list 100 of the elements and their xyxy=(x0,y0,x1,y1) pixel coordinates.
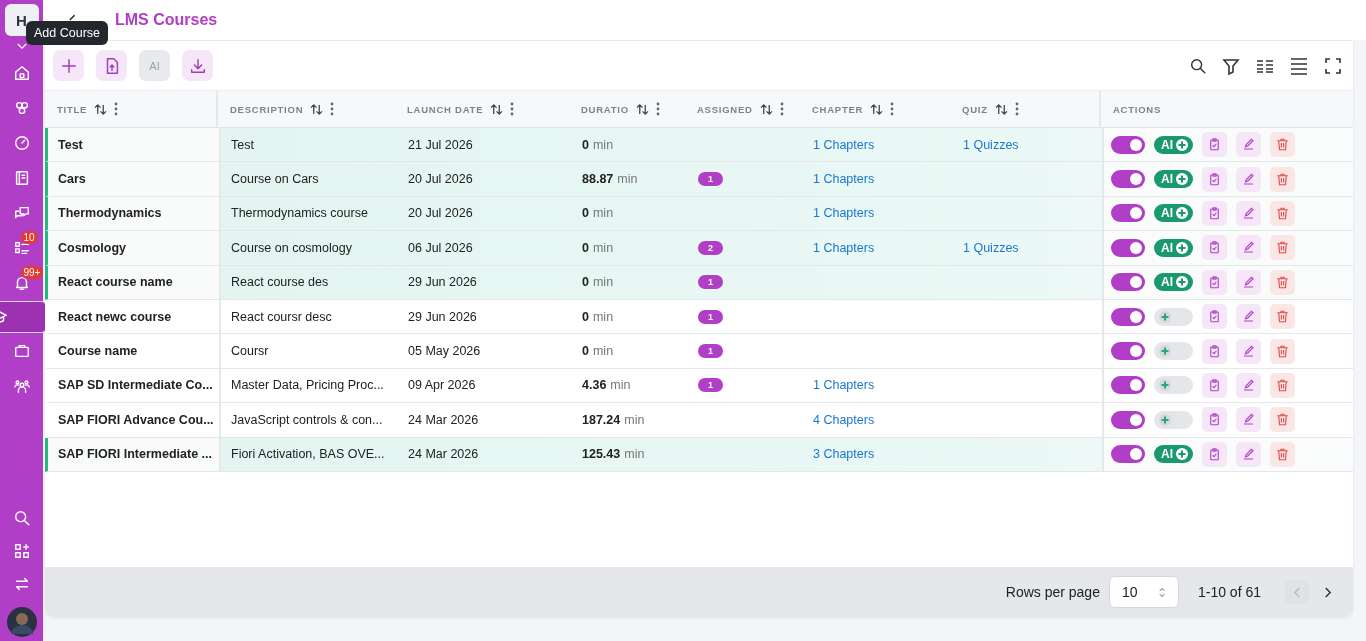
edit-button[interactable] xyxy=(1236,200,1261,226)
edit-button[interactable] xyxy=(1236,235,1261,261)
column-header[interactable]: ACTIONS xyxy=(1113,103,1162,115)
delete-button[interactable] xyxy=(1270,407,1295,433)
more-icon[interactable] xyxy=(779,102,784,116)
clipboard-check-button[interactable] xyxy=(1202,407,1227,433)
edit-button[interactable] xyxy=(1236,372,1261,398)
edit-button[interactable] xyxy=(1236,132,1261,158)
table-row[interactable]: SAP FIORI Intermediate ... Fiori Activation, BAS OVE... 24 Mar 2026 125.43 min 3 Chapters AI xyxy=(45,437,1353,472)
table-row[interactable]: Thermodynamics Thermodynamics course 20 Jul 2026 0 min 1 Chapters AI xyxy=(45,196,1353,232)
clipboard-check-button[interactable] xyxy=(1202,441,1227,467)
edit-button[interactable] xyxy=(1236,269,1261,295)
active-toggle[interactable] xyxy=(1111,135,1145,154)
more-icon[interactable] xyxy=(510,102,515,116)
table-row[interactable]: React newc course React coursr desc 29 Jun 2026 0 min 1 xyxy=(45,299,1353,335)
column-header[interactable]: LAUNCH DATE xyxy=(407,103,484,115)
table-row[interactable]: Cosmology Course on cosmology 06 Jul 2026 0 min 2 1 Chapters 1 Quizzes AI xyxy=(45,231,1353,266)
ai-toggle[interactable] xyxy=(1154,410,1193,429)
active-toggle[interactable] xyxy=(1111,204,1145,223)
sort-icon[interactable] xyxy=(310,103,324,115)
chapters-link[interactable]: 1 Chapters xyxy=(813,240,875,255)
chapters-link[interactable]: 3 Chapters xyxy=(813,447,875,462)
active-toggle[interactable] xyxy=(1111,307,1145,326)
edit-button[interactable] xyxy=(1236,407,1261,433)
delete-button[interactable] xyxy=(1270,304,1295,330)
chapters-link[interactable]: 1 Chapters xyxy=(813,137,875,152)
ai-toggle[interactable]: AI xyxy=(1154,204,1193,223)
table-row[interactable]: SAP SD Intermediate Co... Master Data, Pricing Proc... 09 Apr 2026 4.36 min 1 1 Chapters xyxy=(45,368,1353,404)
quizzes-link[interactable]: 1 Quizzes xyxy=(963,137,1019,152)
ai-toggle[interactable]: AI xyxy=(1154,170,1193,189)
table-row[interactable]: Test Test 21 Jul 2026 0 min 1 Chapters 1 Quizzes AI xyxy=(45,128,1353,163)
edit-button[interactable] xyxy=(1236,338,1261,364)
download-button[interactable] xyxy=(182,50,213,81)
more-icon[interactable] xyxy=(1014,102,1019,116)
column-header[interactable]: TITLE xyxy=(57,103,88,115)
active-toggle[interactable] xyxy=(1111,410,1145,429)
clipboard-check-button[interactable] xyxy=(1202,372,1227,398)
delete-button[interactable] xyxy=(1270,132,1295,158)
active-toggle[interactable] xyxy=(1111,273,1145,292)
delete-button[interactable] xyxy=(1270,166,1295,192)
edit-button[interactable] xyxy=(1236,441,1261,467)
delete-button[interactable] xyxy=(1270,269,1295,295)
column-header[interactable]: ASSIGNED xyxy=(697,103,753,115)
sort-icon[interactable] xyxy=(490,103,504,115)
fullscreen-icon[interactable] xyxy=(1323,55,1343,76)
chapters-link[interactable]: 1 Chapters xyxy=(813,206,875,221)
column-header[interactable]: CHAPTER xyxy=(812,103,864,115)
more-icon[interactable] xyxy=(655,102,660,116)
more-icon[interactable] xyxy=(330,102,335,116)
clipboard-check-button[interactable] xyxy=(1202,132,1227,158)
ai-toggle[interactable] xyxy=(1154,307,1193,326)
sort-icon[interactable] xyxy=(870,103,884,115)
active-toggle[interactable] xyxy=(1111,445,1145,464)
sort-icon[interactable] xyxy=(994,103,1008,115)
ai-toggle[interactable]: AI xyxy=(1154,238,1193,257)
density-icon[interactable] xyxy=(1289,55,1309,76)
delete-button[interactable] xyxy=(1270,200,1295,226)
chevron-down-icon[interactable] xyxy=(16,43,27,50)
ai-toggle[interactable] xyxy=(1154,342,1193,361)
active-toggle[interactable] xyxy=(1111,238,1145,257)
sort-icon[interactable] xyxy=(94,103,108,115)
avatar[interactable] xyxy=(6,607,37,637)
chapters-link[interactable]: 1 Chapters xyxy=(813,378,875,393)
ai-toggle[interactable]: AI xyxy=(1154,273,1193,292)
rows-per-page-select[interactable]: 10 xyxy=(1108,576,1179,608)
delete-button[interactable] xyxy=(1270,372,1295,398)
edit-button[interactable] xyxy=(1236,166,1261,192)
ai-toggle[interactable] xyxy=(1154,376,1193,395)
table-row[interactable]: React course name React course des 29 Jun 2026 0 min 1 AI xyxy=(45,265,1353,300)
delete-button[interactable] xyxy=(1270,235,1295,261)
clipboard-check-button[interactable] xyxy=(1202,304,1227,330)
column-header[interactable]: DESCRIPTION xyxy=(230,103,304,115)
more-icon[interactable] xyxy=(114,102,119,116)
sidebar-item[interactable]: 10 xyxy=(3,231,40,265)
column-header[interactable]: DURATIO xyxy=(581,103,629,115)
delete-button[interactable] xyxy=(1270,441,1295,467)
clipboard-check-button[interactable] xyxy=(1202,338,1227,364)
plus-button[interactable] xyxy=(53,50,84,81)
clipboard-check-button[interactable] xyxy=(1202,269,1227,295)
ai-toggle[interactable]: AI xyxy=(1154,445,1193,464)
quizzes-link[interactable]: 1 Quizzes xyxy=(963,240,1019,255)
column-header[interactable]: QUIZ xyxy=(962,103,988,115)
sort-icon[interactable] xyxy=(759,103,773,115)
delete-button[interactable] xyxy=(1270,338,1295,364)
clipboard-check-button[interactable] xyxy=(1202,235,1227,261)
clipboard-check-button[interactable] xyxy=(1202,200,1227,226)
search-icon[interactable] xyxy=(1189,56,1207,75)
active-toggle[interactable] xyxy=(1111,376,1145,395)
ai-toggle[interactable]: AI xyxy=(1154,135,1193,154)
sort-icon[interactable] xyxy=(635,103,649,115)
table-row[interactable]: Cars Course on Cars 20 Jul 2026 88.87 min 1 1 Chapters AI xyxy=(45,162,1353,197)
clipboard-check-button[interactable] xyxy=(1202,166,1227,192)
active-toggle[interactable] xyxy=(1111,342,1145,361)
chapters-link[interactable]: 1 Chapters xyxy=(813,172,875,187)
active-toggle[interactable] xyxy=(1111,170,1145,189)
table-row[interactable]: SAP FIORI Advance Cou... JavaScript controls & con... 24 Mar 2026 187.24 min 4 Chapters xyxy=(45,403,1353,438)
more-icon[interactable] xyxy=(890,102,895,116)
edit-button[interactable] xyxy=(1236,304,1261,330)
upload-button[interactable] xyxy=(96,50,127,81)
table-row[interactable]: Course name Coursr 05 May 2026 0 min 1 xyxy=(45,334,1353,369)
